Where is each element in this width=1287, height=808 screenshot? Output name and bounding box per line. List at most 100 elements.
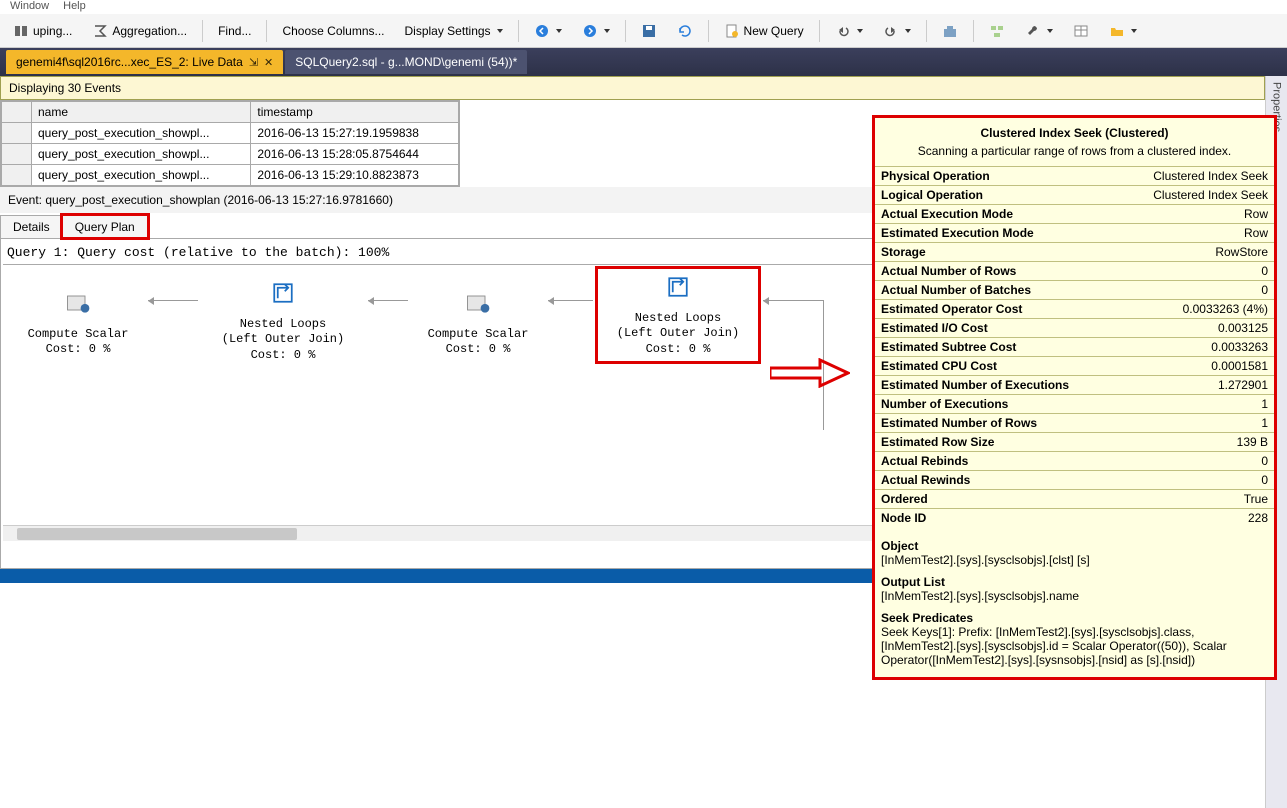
separator: [819, 20, 820, 42]
tooltip-prop-name: Actual Execution Mode: [875, 205, 1119, 224]
nav-back-button[interactable]: [525, 19, 571, 43]
tab-sqlquery2[interactable]: SQLQuery2.sql - g...MOND\genemi (54))*: [285, 50, 527, 74]
close-icon[interactable]: ✕: [264, 56, 273, 69]
toolbox-icon[interactable]: [933, 19, 967, 43]
grouping-label: uping...: [33, 24, 72, 38]
node-cost: Cost: 0 %: [602, 342, 754, 358]
cell-timestamp: 2016-06-13 15:29:10.8823873: [251, 165, 459, 186]
tooltip-row: Node ID228: [875, 509, 1274, 528]
tooltip-prop-value: Clustered Index Seek: [1119, 186, 1274, 205]
chevron-down-icon: [497, 29, 503, 33]
tab-live-data[interactable]: genemi4f\sql2016rc...xec_ES_2: Live Data…: [6, 50, 283, 74]
plan-arrow: [548, 300, 593, 301]
node-cost: Cost: 0 %: [17, 342, 139, 358]
tab-query-plan[interactable]: Query Plan: [62, 215, 148, 238]
grouping-button[interactable]: uping...: [4, 19, 81, 43]
choose-columns-button[interactable]: Choose Columns...: [273, 20, 393, 42]
tooltip-prop-name: Estimated Execution Mode: [875, 224, 1119, 243]
refresh-button[interactable]: [668, 19, 702, 43]
tooltip-prop-value: 0: [1119, 452, 1274, 471]
node-sub: (Left Outer Join): [602, 326, 754, 342]
node-title: Nested Loops: [207, 317, 359, 333]
tooltip-row: OrderedTrue: [875, 490, 1274, 509]
redo-button[interactable]: [874, 19, 920, 43]
tooltip-prop-value: 0.003125: [1119, 319, 1274, 338]
plan-arrow: [763, 300, 823, 301]
new-query-label: New Query: [744, 24, 804, 38]
row-header-cell: [2, 165, 32, 186]
tooltip-prop-name: Estimated Number of Executions: [875, 376, 1119, 395]
tooltip-section-body: [InMemTest2].[sys].[sysclsobjs].[clst] […: [875, 553, 1274, 571]
new-query-button[interactable]: New Query: [715, 19, 813, 43]
chevron-down-icon: [604, 29, 610, 33]
tooltip-props-table: Physical OperationClustered Index SeekLo…: [875, 166, 1274, 527]
row-header-cell: [2, 102, 32, 123]
tooltip-prop-value: 1.272901: [1119, 376, 1274, 395]
tooltip-prop-value: 0.0033263 (4%): [1119, 300, 1274, 319]
tooltip-prop-name: Actual Number of Batches: [875, 281, 1119, 300]
tooltip-row: Estimated Operator Cost0.0033263 (4%): [875, 300, 1274, 319]
tooltip-row: Actual Number of Batches0: [875, 281, 1274, 300]
tooltip-prop-value: 228: [1119, 509, 1274, 528]
separator: [202, 20, 203, 42]
nested-loops-icon: [269, 279, 297, 307]
menu-help[interactable]: Help: [63, 0, 86, 14]
tooltip-prop-name: Actual Rewinds: [875, 471, 1119, 490]
find-button[interactable]: Find...: [209, 20, 260, 42]
tab-details[interactable]: Details: [0, 215, 63, 238]
plan-node-nested-loops-2[interactable]: Nested Loops (Left Outer Join) Cost: 0 %: [598, 269, 758, 361]
grid-header-row: name timestamp: [2, 102, 459, 123]
separator: [266, 20, 267, 42]
node-title: Nested Loops: [602, 311, 754, 327]
toolbar: uping... Aggregation... Find... Choose C…: [0, 14, 1287, 48]
tooltip-prop-value: 0.0001581: [1119, 357, 1274, 376]
nav-forward-button[interactable]: [573, 19, 619, 43]
display-settings-button[interactable]: Display Settings: [396, 20, 512, 42]
row-header-cell: [2, 144, 32, 165]
chevron-down-icon: [905, 29, 911, 33]
undo-button[interactable]: [826, 19, 872, 43]
tooltip-row: Estimated Row Size139 B: [875, 433, 1274, 452]
node-title: Compute Scalar: [17, 327, 139, 343]
plan-node-compute-scalar-1[interactable]: Compute Scalar Cost: 0 %: [13, 285, 143, 362]
tooltip-row: Estimated I/O Cost0.003125: [875, 319, 1274, 338]
plan-node-compute-scalar-2[interactable]: Compute Scalar Cost: 0 %: [413, 285, 543, 362]
compute-scalar-icon: [64, 289, 92, 317]
events-grid[interactable]: name timestamp query_post_execution_show…: [0, 100, 460, 187]
plan-node-nested-loops-1[interactable]: Nested Loops (Left Outer Join) Cost: 0 %: [203, 275, 363, 367]
table-row[interactable]: query_post_execution_showpl... 2016-06-1…: [2, 165, 459, 186]
tooltip-row: Estimated Number of Rows1: [875, 414, 1274, 433]
node-cost: Cost: 0 %: [207, 348, 359, 364]
folder-icon[interactable]: [1100, 19, 1146, 43]
wrench-icon[interactable]: [1016, 19, 1062, 43]
document-tabs: genemi4f\sql2016rc...xec_ES_2: Live Data…: [0, 48, 1287, 76]
tooltip-prop-name: Node ID: [875, 509, 1119, 528]
node-cost: Cost: 0 %: [417, 342, 539, 358]
tooltip-section-label: Seek Predicates: [875, 607, 1274, 625]
operator-tooltip: Clustered Index Seek (Clustered) Scannin…: [872, 115, 1277, 680]
separator: [625, 20, 626, 42]
tooltip-prop-name: Estimated I/O Cost: [875, 319, 1119, 338]
tooltip-prop-name: Storage: [875, 243, 1119, 262]
menu-window[interactable]: Window: [10, 0, 49, 14]
db-diagram-icon[interactable]: [980, 19, 1014, 43]
tooltip-prop-name: Estimated Row Size: [875, 433, 1119, 452]
col-name[interactable]: name: [32, 102, 251, 123]
pin-icon[interactable]: ⇲: [249, 56, 258, 69]
events-count-bar: Displaying 30 Events: [0, 76, 1265, 100]
tooltip-section-label: Output List: [875, 571, 1274, 589]
tooltip-row: StorageRowStore: [875, 243, 1274, 262]
aggregation-button[interactable]: Aggregation...: [83, 19, 196, 43]
col-timestamp[interactable]: timestamp: [251, 102, 459, 123]
table-row[interactable]: query_post_execution_showpl... 2016-06-1…: [2, 123, 459, 144]
table-row[interactable]: query_post_execution_showpl... 2016-06-1…: [2, 144, 459, 165]
save-button[interactable]: [632, 19, 666, 43]
scrollbar-thumb[interactable]: [17, 528, 297, 540]
chevron-down-icon: [1131, 29, 1137, 33]
tooltip-prop-name: Actual Rebinds: [875, 452, 1119, 471]
tooltip-row: Number of Executions1: [875, 395, 1274, 414]
plan-arrow: [368, 300, 408, 301]
tooltip-section-label: Object: [875, 535, 1274, 553]
tooltip-prop-name: Number of Executions: [875, 395, 1119, 414]
table-icon[interactable]: [1064, 19, 1098, 43]
